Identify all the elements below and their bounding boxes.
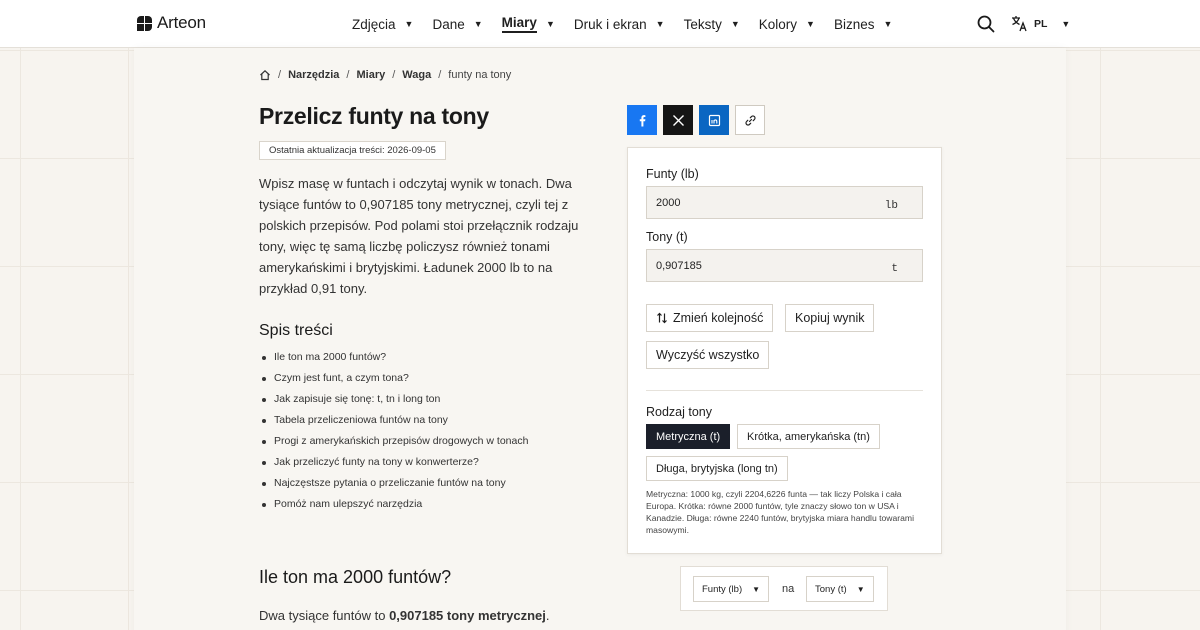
section-heading: Ile ton ma 2000 funtów? (259, 567, 452, 587)
to-unit-select[interactable]: Tony (t) ▼ (806, 576, 874, 602)
nav-label: Biznes (833, 16, 875, 32)
caret-down-icon: ▼ (1061, 18, 1071, 29)
breadcrumb-link-miary[interactable]: Miary (356, 69, 385, 81)
tons-field[interactable]: t (646, 249, 923, 282)
breadcrumb-link-narzedzia[interactable]: Narzędzia (288, 69, 339, 81)
breadcrumb-separator: / (438, 69, 442, 81)
toc-link[interactable]: Progi z amerykańskich przepisów drogowyc… (259, 432, 528, 453)
to-unit-value: Tony (t) (815, 583, 847, 595)
last-updated-badge: Ostatnia aktualizacja treści: 2026-09-05 (259, 141, 446, 160)
nav-item-kolory[interactable]: Kolory ▼ (759, 0, 815, 48)
share-facebook-button[interactable] (627, 105, 657, 135)
linkedin-icon (708, 114, 720, 126)
divider (646, 390, 923, 391)
swap-button[interactable]: Zmień kolejność (646, 304, 774, 332)
copy-result-button[interactable]: Kopiuj wynik (785, 304, 875, 332)
from-unit-value: Funty (lb) (702, 583, 743, 595)
nav-label: Kolory (758, 16, 798, 32)
nav-label: Dane (432, 16, 465, 32)
nav-item-dane[interactable]: Dane ▼ (432, 0, 482, 48)
toc-link[interactable]: Pomóż nam ulepszyć narzędzia (259, 495, 528, 516)
copy-link-button[interactable] (735, 105, 765, 135)
caret-down-icon: ▼ (473, 19, 483, 29)
breadcrumb: / Narzędzia / Miary / Waga / funty na to… (259, 69, 511, 81)
toc-link[interactable]: Jak przeliczyć funty na tony w konwerter… (259, 453, 528, 474)
nav-item-miary[interactable]: Miary ▼ (501, 0, 555, 48)
to-field-label: Tony (t) (646, 230, 688, 244)
nav-item-druk-i-ekran[interactable]: Druk i ekran ▼ (574, 0, 665, 48)
breadcrumb-separator: / (346, 69, 350, 81)
tons-input[interactable] (656, 259, 856, 272)
caret-down-icon: ▼ (806, 19, 815, 29)
ton-type-note: Metryczna: 1000 kg, czyli 2204,6226 funt… (646, 489, 914, 535)
main-nav: Zdjęcia ▼ Dane ▼ Miary ▼ Druk i ekran ▼ Teks… (352, 0, 911, 48)
from-unit-select[interactable]: Funty (lb) ▼ (693, 576, 770, 602)
nav-item-zdjecia[interactable]: Zdjęcia ▼ (352, 0, 413, 48)
toc-link[interactable]: Ile ton ma 2000 funtów? (259, 348, 528, 369)
ton-type-label: Rodzaj tony (646, 405, 713, 419)
from-field-label: Funty (lb) (646, 167, 699, 181)
toc-title: Spis treści (259, 322, 333, 339)
pounds-field[interactable]: lb (646, 186, 923, 219)
breadcrumb-link-waga[interactable]: Waga (402, 69, 431, 81)
nav-label: Teksty (683, 16, 722, 32)
caret-down-icon: ▼ (856, 584, 865, 594)
share-x-button[interactable] (663, 105, 693, 135)
link-icon (744, 114, 756, 126)
toc-link[interactable]: Tabela przeliczeniowa funtów na tony (259, 411, 528, 432)
toc-link[interactable]: Czym jest funt, a czym tona? (259, 369, 528, 390)
caret-down-icon: ▼ (883, 19, 893, 29)
share-linkedin-button[interactable] (699, 105, 729, 135)
ton-type-metric[interactable]: Metryczna (t) (646, 424, 731, 449)
copy-label: Kopiuj wynik (795, 311, 865, 325)
translate-icon (1012, 16, 1027, 32)
language-switcher[interactable]: PL ▼ (1011, 15, 1070, 32)
caret-down-icon: ▼ (730, 19, 740, 29)
breadcrumb-separator: / (392, 69, 396, 81)
nav-item-teksty[interactable]: Teksty ▼ (684, 0, 740, 48)
ton-type-short[interactable]: Krótka, amerykańska (tn) (737, 424, 880, 449)
caret-down-icon: ▼ (545, 19, 555, 29)
caret-down-icon: ▼ (655, 19, 665, 29)
nav-item-biznes[interactable]: Biznes ▼ (834, 0, 892, 48)
caret-down-icon: ▼ (404, 19, 414, 29)
unit-pair-connector: na (782, 583, 795, 595)
unit-suffix: lb (884, 199, 898, 212)
toc-link[interactable]: Najczęstsze pytania o przeliczanie funtó… (259, 474, 528, 495)
logo-text: Arteon (157, 13, 206, 32)
toc-link[interactable]: Jak zapisuje się tonę: t, tn i long ton (259, 390, 528, 411)
home-icon[interactable] (259, 69, 271, 81)
search-icon[interactable] (977, 15, 995, 33)
answer-suffix: . (545, 608, 550, 623)
answer-bold: 0,907185 tony metrycznej (389, 608, 546, 623)
unit-suffix: t (891, 262, 898, 275)
breadcrumb-separator: / (278, 69, 282, 81)
answer-prefix: Dwa tysiące funtów to (259, 608, 390, 623)
logo[interactable]: Arteon (137, 13, 206, 33)
nav-label: Zdjęcia (352, 16, 396, 32)
ton-type-long[interactable]: Długa, brytyjska (long tn) (646, 456, 788, 481)
table-of-contents: Ile ton ma 2000 funtów? Czym jest funt, … (259, 348, 528, 516)
language-code: PL (1034, 17, 1048, 30)
answer-paragraph: Dwa tysiące funtów to 0,907185 tony metr… (259, 608, 550, 623)
pounds-input[interactable] (656, 196, 856, 209)
breadcrumb-current: funty na tony (448, 69, 512, 81)
clear-all-button[interactable]: Wyczyść wszystko (646, 341, 770, 369)
caret-down-icon: ▼ (752, 584, 761, 594)
top-header: Arteon Zdjęcia ▼ Dane ▼ Miary ▼ Druk i ekra… (0, 0, 1200, 48)
logo-mark-icon (137, 15, 152, 31)
swap-label: Zmień kolejność (673, 311, 764, 325)
page-title: Przelicz funty na tony (259, 103, 489, 129)
clear-label: Wyczyść wszystko (656, 348, 760, 362)
facebook-icon (639, 114, 645, 126)
nav-label: Miary (501, 15, 537, 33)
intro-paragraph: Wpisz masę w funtach i odczytaj wynik w … (259, 176, 579, 296)
x-icon (672, 114, 684, 126)
swap-icon (657, 312, 667, 324)
nav-label: Druk i ekran (573, 16, 647, 32)
